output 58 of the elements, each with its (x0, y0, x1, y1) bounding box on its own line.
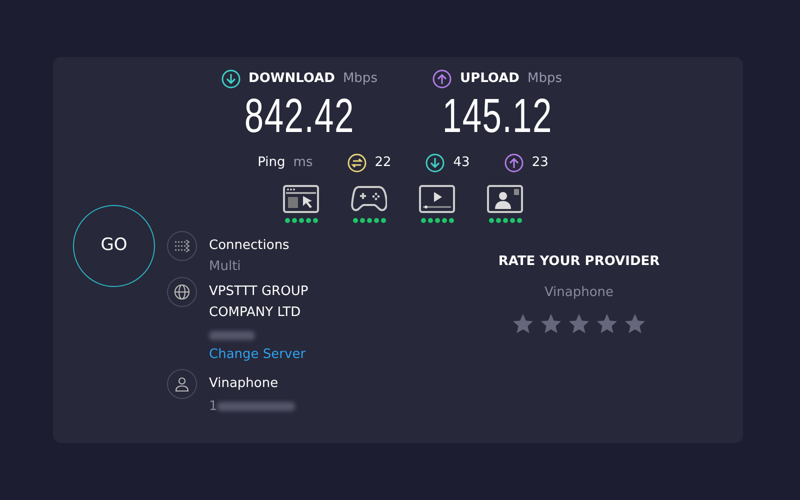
quality-dot (502, 218, 508, 223)
quality-dot (360, 218, 364, 223)
change-server-link[interactable]: Change Server (209, 345, 306, 364)
blurred-location (209, 331, 255, 340)
gamepad-icon (351, 185, 387, 213)
star-empty[interactable] (540, 313, 562, 334)
quality-dot (434, 218, 440, 223)
upload-icon (504, 153, 524, 173)
star-empty[interactable] (596, 313, 618, 334)
quality-dot (488, 218, 494, 223)
star-empty[interactable] (568, 313, 590, 334)
download-icon (220, 69, 241, 89)
unit-label: Mbps (342, 70, 378, 88)
quality-dot (380, 218, 386, 223)
ping-value: 23 (532, 154, 548, 172)
provider-name: Vinaphone (209, 374, 278, 392)
quality-dot (298, 218, 304, 223)
quality-dot (448, 218, 454, 223)
quality-dot (428, 218, 432, 223)
upload-icon (432, 69, 452, 89)
video-call-icon (487, 185, 523, 213)
ping-label: Ping (258, 154, 286, 172)
quality-dot (306, 218, 310, 223)
connections-icon (174, 239, 190, 253)
download-icon (425, 153, 446, 173)
rate-provider-title: RATE YOUR PROVIDER (498, 253, 660, 271)
quality-dot (312, 218, 318, 223)
quality-dot (420, 218, 426, 223)
star-empty[interactable] (624, 313, 646, 334)
quality-dot (352, 218, 358, 223)
ping-value: 22 (374, 154, 392, 172)
globe-icon (174, 284, 190, 300)
ip-address: 1 (209, 398, 218, 416)
connections-value: Multi (209, 258, 241, 276)
unit-label: Mbps (527, 70, 562, 88)
ping-value: 43 (453, 154, 470, 172)
quality-dot (442, 218, 446, 223)
user-icon (174, 376, 190, 392)
quality-dot (510, 218, 514, 223)
quality-dot (366, 218, 372, 223)
provider-name: Vinaphone (544, 284, 614, 302)
star-empty[interactable] (512, 313, 534, 334)
quality-dot (496, 218, 500, 223)
speed-value: 145.12 (442, 93, 552, 141)
unit-label: ms (293, 154, 313, 172)
quality-dot (284, 218, 290, 223)
speed-label: DOWNLOAD (248, 70, 335, 88)
quality-dot (516, 218, 522, 223)
quality-dot (292, 218, 296, 223)
connections-label: Connections (209, 237, 290, 255)
video-player-icon (419, 185, 455, 213)
jitter-icon (346, 153, 367, 173)
speed-label: UPLOAD (460, 70, 520, 88)
go-button[interactable]: GO (73, 205, 155, 287)
server-name: VPSTTT GROUP COMPANY LTD (209, 283, 310, 322)
quality-dot (374, 218, 378, 223)
speed-value: 842.42 (244, 93, 354, 141)
browser-icon (283, 185, 319, 213)
